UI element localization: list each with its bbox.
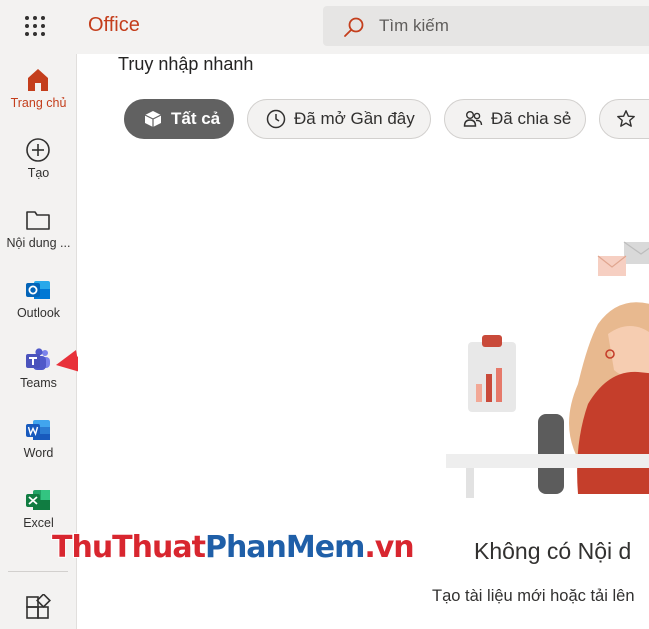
- sidebar-item-label: Word: [23, 446, 54, 460]
- sidebar-item-home[interactable]: Trang chủ: [0, 66, 77, 132]
- sidebar-item-label: Teams: [20, 376, 57, 390]
- filter-label: Đã chia sẻ: [491, 109, 572, 128]
- divider: [8, 571, 68, 572]
- sidebar-item-outlook[interactable]: Outlook: [0, 276, 77, 342]
- sidebar-item-create[interactable]: Tạo: [0, 136, 77, 202]
- cube-icon: [144, 111, 162, 127]
- search-icon: [344, 17, 364, 37]
- watermark-part: ThuThuat: [52, 530, 206, 565]
- sidebar-item-label: Excel: [23, 516, 54, 530]
- sidebar-item-label: Outlook: [16, 306, 61, 320]
- filter-shared[interactable]: Đã chia sẻ: [444, 99, 586, 139]
- excel-icon: [26, 490, 50, 510]
- outlook-icon: [26, 281, 50, 299]
- app-launcher-icon[interactable]: [22, 13, 48, 39]
- empty-state-illustration: [446, 241, 649, 498]
- plus-circle-icon: [26, 138, 50, 162]
- sidebar-item-content[interactable]: Nội dung ...: [0, 206, 77, 272]
- office-brand-link[interactable]: Office: [88, 14, 140, 37]
- clock-icon: [266, 109, 286, 129]
- filter-label: Tất cả: [171, 109, 221, 128]
- top-bar: Office Tìm kiếm: [0, 0, 649, 54]
- sidebar-item-label: Trang chủ: [10, 96, 67, 110]
- people-icon: [463, 111, 483, 127]
- sidebar-item-word[interactable]: Word: [0, 416, 77, 482]
- teams-icon: [26, 348, 50, 370]
- word-icon: [26, 420, 50, 440]
- sidebar-item-label: Nội dung ...: [6, 236, 71, 250]
- watermark: ThuThuatPhanMem.vn: [52, 530, 415, 565]
- watermark-part: PhanMem: [204, 530, 365, 565]
- sidebar-item-label: Tạo: [27, 166, 50, 180]
- search-input[interactable]: Tìm kiếm: [323, 6, 649, 46]
- home-icon: [28, 69, 48, 91]
- filter-recent[interactable]: Đã mở Gần đây: [247, 99, 431, 139]
- filter-label: Đã mở Gần đây: [294, 109, 415, 128]
- filter-all[interactable]: Tất cả: [124, 99, 234, 139]
- empty-state-title: Không có Nội d: [474, 538, 632, 564]
- empty-state-subtitle: Tạo tài liệu mới hoặc tải lên: [432, 587, 635, 605]
- filter-favorites[interactable]: [599, 99, 649, 139]
- watermark-part: .vn: [364, 530, 414, 565]
- folder-icon: [26, 211, 50, 230]
- star-icon: [617, 110, 635, 127]
- section-title: Truy nhập nhanh: [118, 54, 254, 74]
- all-apps-icon[interactable]: [24, 594, 52, 622]
- search-placeholder: Tìm kiếm: [379, 16, 449, 35]
